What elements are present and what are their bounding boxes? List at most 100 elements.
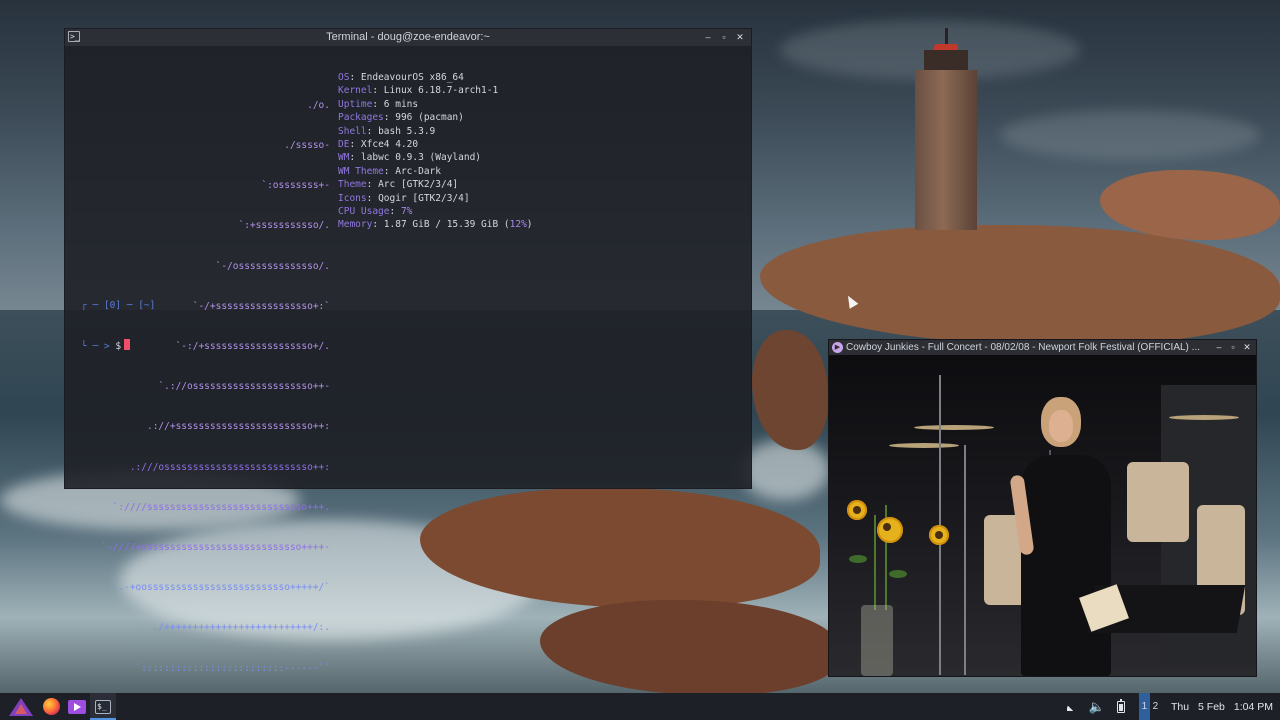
terminal-app-icon: >_: [68, 31, 80, 42]
clock[interactable]: Thu 5 Feb 1:04 PM: [1161, 701, 1280, 713]
endeavouros-menu-button[interactable]: [4, 693, 38, 720]
info-row-icons: Icons: Qogir [GTK2/3/4]: [338, 192, 470, 204]
firefox-launcher[interactable]: [38, 693, 64, 720]
text-cursor: [124, 339, 131, 351]
singer-dress: [1021, 455, 1111, 676]
info-row-uptime: Uptime: 6 mins: [338, 98, 419, 110]
sunflower: [847, 500, 867, 520]
drum: [1127, 462, 1189, 542]
video-title: Cowboy Junkies - Full Concert - 08/02/08…: [846, 342, 1200, 353]
info-value: Xfce4 4.20: [360, 138, 419, 150]
lighthouse-tower: [915, 70, 977, 230]
info-row-cpu-usage: CPU Usage: 7%: [338, 205, 413, 217]
workspace-switcher: 1 2: [1138, 693, 1161, 720]
info-value: labwc 0.9.3 (Wayland): [360, 152, 482, 164]
flower-stem: [874, 515, 876, 610]
logo-line: ./++++++++++++++++++++++++++/:.: [152, 622, 330, 634]
logo-line: ./sssso-: [284, 140, 330, 152]
prompt-line-status: ┌ ─ [0] ─ [~]: [81, 299, 156, 311]
clock-time: 1:04 PM: [1233, 700, 1273, 713]
volume-icon: 🔈: [1088, 698, 1106, 714]
system-info: OS: EndeavourOS x86_64 Kernel: Linux 6.1…: [338, 71, 533, 232]
fastfetch-logo: ./o. ./sssso- `:osssssss+- `:+ssssssssss…: [80, 72, 330, 702]
logo-line: .:///ossssssssssssssssssssssssso++:: [129, 461, 330, 473]
logo-line: `:+sssssssssso/.: [238, 220, 330, 232]
video-titlebar[interactable]: ▶ Cowboy Junkies - Full Concert - 08/02/…: [829, 340, 1256, 355]
info-key: Memory: [338, 219, 373, 231]
maximize-button[interactable]: ▫: [1227, 340, 1239, 355]
close-button[interactable]: ✕: [1241, 340, 1253, 355]
cymbal: [889, 443, 959, 448]
logo-line: `:::::::::::::::::::::::::------``: [135, 662, 330, 674]
memory-percent: 12%: [509, 219, 527, 231]
info-row-wm-theme: WM Theme: Arc-Dark: [338, 165, 441, 177]
network-tray[interactable]: [1061, 693, 1085, 720]
volume-tray[interactable]: 🔈: [1085, 693, 1109, 720]
logo-line: .://+ssssssssssssssssssssssso++:: [146, 421, 330, 433]
info-value: 996 (pacman): [395, 112, 464, 124]
terminal-window[interactable]: >_ Terminal - doug@zoe-endeavor:~ – ▫ ✕ …: [65, 29, 751, 674]
info-key: Packages: [338, 112, 384, 124]
close-button[interactable]: ✕: [733, 29, 747, 46]
endeavouros-icon: [9, 697, 33, 716]
wallpaper-cloud: [1000, 110, 1260, 160]
battery-tray[interactable]: [1109, 693, 1133, 720]
info-key: Theme: [338, 179, 367, 191]
workspace-1[interactable]: 1: [1138, 693, 1150, 720]
logo-line: `-/ossssssssssssso/.: [215, 260, 330, 272]
shell-prompt[interactable]: ┌ ─ [0] ─ [~] └ ─ > $: [81, 272, 155, 379]
info-key: Uptime: [338, 98, 373, 110]
media-player-icon: [68, 699, 86, 714]
taskbar: $_ 🔈 1 2 Thu 5 Feb 1:04 PM: [0, 693, 1280, 720]
prompt-prefix: └ ─ >: [81, 341, 116, 353]
info-row-memory: Memory: 1.87 GiB / 15.39 GiB (12%): [338, 219, 533, 231]
info-value: 1.87 GiB / 15.39 GiB (: [383, 219, 510, 231]
terminal-icon: $_: [95, 699, 111, 714]
terminal-output[interactable]: ./o. ./sssso- `:osssssss+- `:+ssssssssss…: [65, 46, 751, 674]
sunflower: [877, 517, 903, 543]
info-value: EndeavourOS x86_64: [360, 72, 464, 83]
info-row-os: OS: EndeavourOS x86_64: [338, 72, 464, 83]
video-window[interactable]: ▶ Cowboy Junkies - Full Concert - 08/02/…: [829, 340, 1256, 676]
network-icon: [1066, 702, 1079, 711]
info-row-kernel: Kernel: Linux 6.18.7-arch1-1: [338, 85, 499, 97]
info-value: 7%: [400, 205, 413, 217]
info-key: Icons: [338, 192, 367, 204]
prompt-line-input[interactable]: └ ─ > $: [81, 339, 155, 352]
leaf: [889, 570, 907, 578]
media-player-icon: ▶: [832, 342, 843, 353]
info-key: WM Theme: [338, 165, 384, 177]
terminal-window-controls: – ▫ ✕: [701, 29, 747, 46]
info-key: Shell: [338, 125, 367, 137]
logo-line: `:////ssssssssssssssssssssssssssso+++.: [112, 501, 330, 513]
info-row-wm: WM: labwc 0.9.3 (Wayland): [338, 152, 482, 164]
video-window-controls: – ▫ ✕: [1213, 340, 1253, 355]
maximize-button[interactable]: ▫: [717, 29, 731, 46]
status-area: 🔈 1 2 Thu 5 Feb 1:04 PM: [1061, 693, 1280, 720]
info-row-shell: Shell: bash 5.3.9: [338, 125, 436, 137]
firefox-icon: [42, 698, 60, 715]
media-player-launcher[interactable]: [64, 693, 90, 720]
terminal-titlebar[interactable]: >_ Terminal - doug@zoe-endeavor:~ – ▫ ✕: [65, 29, 751, 46]
info-key: OS: [338, 72, 350, 83]
info-value: Qogir [GTK2/3/4]: [378, 192, 470, 204]
minimize-button[interactable]: –: [1213, 340, 1225, 355]
terminal-launcher[interactable]: $_: [90, 693, 116, 720]
logo-line: ./o.: [307, 99, 330, 111]
logo-line: `:osssssss+-: [261, 180, 330, 192]
clock-date: 5 Feb: [1198, 700, 1225, 713]
info-value: Linux 6.18.7-arch1-1: [383, 85, 499, 97]
logo-line: `..-+oosssssssssssssssssssssssso+++++/`: [106, 582, 330, 594]
leaf: [849, 555, 867, 563]
info-row-de: DE: Xfce4 4.20: [338, 138, 419, 150]
info-value: 6 mins: [383, 98, 419, 110]
terminal-title: Terminal - doug@zoe-endeavor:~: [326, 31, 490, 43]
drum-stand: [964, 445, 966, 675]
logo-line: `-////+ssssssssssssssssssssssssssso++++-: [101, 542, 330, 554]
info-row-theme: Theme: Arc [GTK2/3/4]: [338, 179, 459, 191]
cymbal: [1169, 415, 1239, 420]
info-value: Arc-Dark: [395, 165, 441, 177]
video-frame[interactable]: [829, 355, 1256, 676]
workspace-2[interactable]: 2: [1150, 693, 1161, 720]
minimize-button[interactable]: –: [701, 29, 715, 46]
